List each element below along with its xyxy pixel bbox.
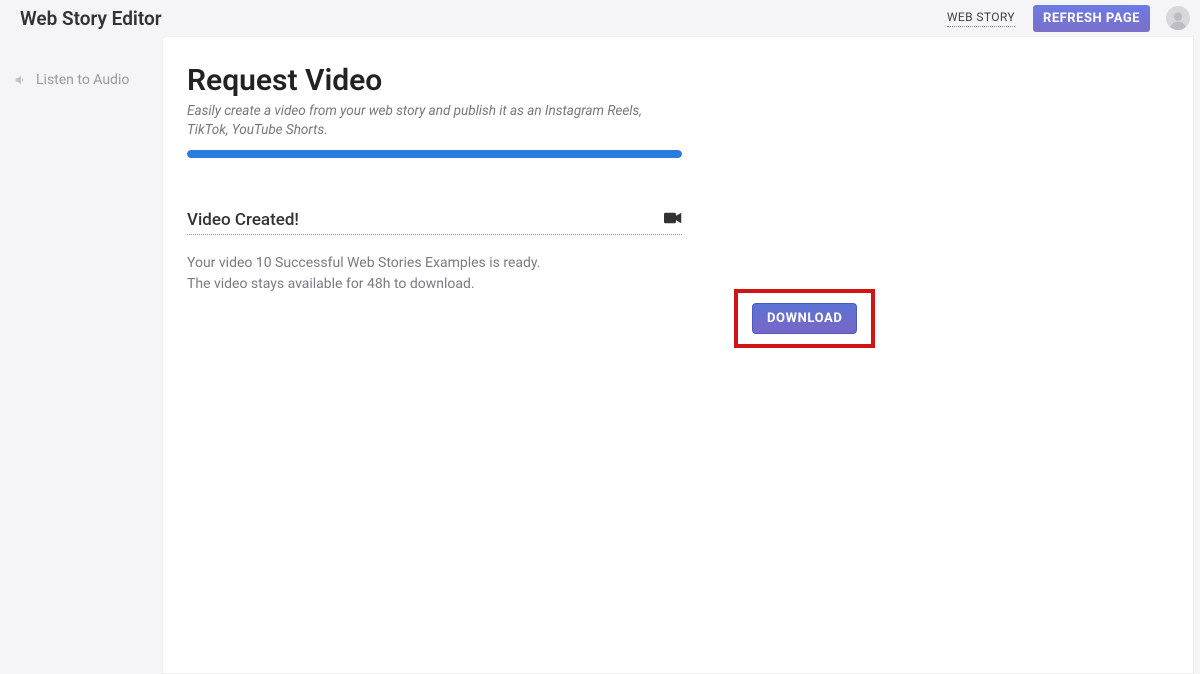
sidebar: Listen to Audio — [0, 36, 162, 674]
user-icon — [1168, 10, 1188, 30]
progress-fill — [187, 150, 682, 158]
sidebar-item-label: Listen to Audio — [36, 72, 129, 88]
avatar[interactable] — [1166, 6, 1190, 30]
body-row: Listen to Audio Request Video Easily cre… — [0, 36, 1200, 674]
download-button[interactable]: DOWNLOAD — [752, 303, 857, 334]
page-subtitle: Easily create a video from your web stor… — [187, 102, 667, 140]
web-story-link[interactable]: WEB STORY — [947, 10, 1015, 27]
download-highlight-box: DOWNLOAD — [734, 289, 875, 348]
progress-bar — [187, 150, 682, 158]
section-header: Video Created! — [187, 210, 682, 235]
video-camera-icon — [664, 210, 682, 229]
section-title: Video Created! — [187, 210, 664, 230]
sidebar-item-listen-audio[interactable]: Listen to Audio — [0, 66, 162, 94]
status-line-1: Your video 10 Successful Web Stories Exa… — [187, 253, 1169, 275]
speaker-icon — [14, 73, 30, 87]
app-title: Web Story Editor — [20, 7, 162, 30]
refresh-page-button[interactable]: REFRESH PAGE — [1033, 5, 1150, 32]
status-text: Your video 10 Successful Web Stories Exa… — [187, 253, 1169, 296]
top-bar: Web Story Editor WEB STORY REFRESH PAGE — [0, 0, 1200, 36]
main-panel: Request Video Easily create a video from… — [162, 36, 1194, 674]
page-title: Request Video — [187, 63, 1169, 98]
status-line-2: The video stays available for 48h to dow… — [187, 274, 1169, 296]
